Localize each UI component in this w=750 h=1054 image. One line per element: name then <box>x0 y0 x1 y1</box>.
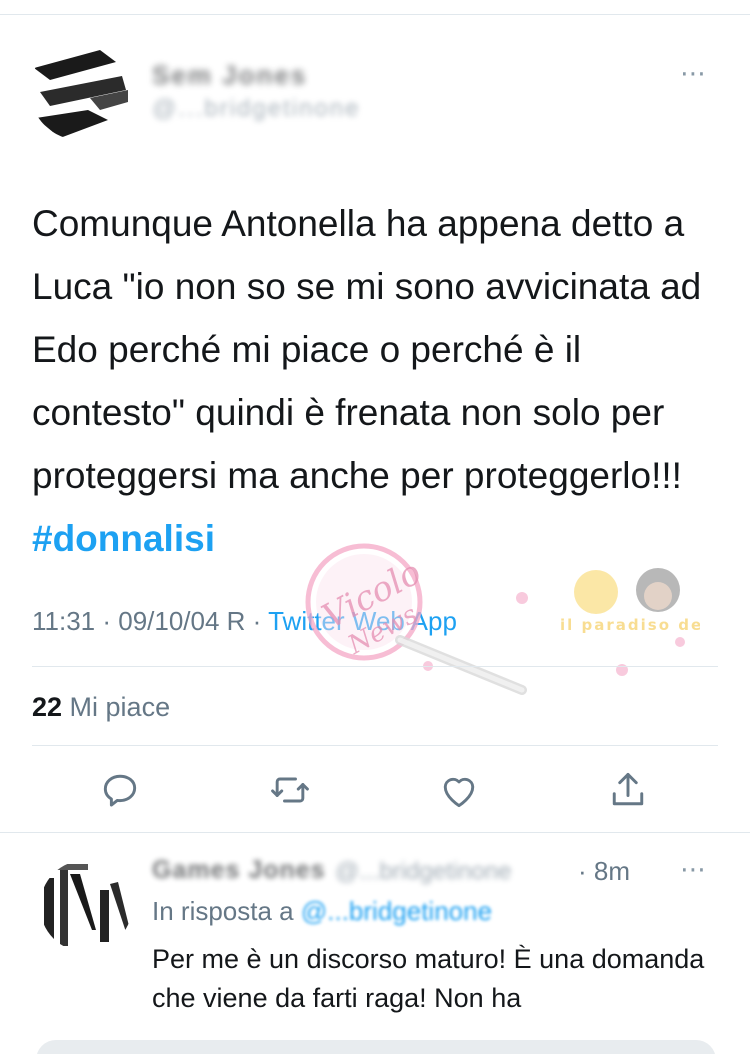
avatar-image <box>40 860 132 952</box>
like-icon <box>443 777 475 808</box>
avatar-image <box>30 40 130 140</box>
retweet-icon <box>271 777 309 803</box>
like-button[interactable] <box>437 768 481 812</box>
mention-link[interactable]: @...bridgetinone <box>301 896 492 926</box>
likes-count[interactable]: 22 Mi piace <box>32 692 170 723</box>
tweet-timestamp: 11:31 · 09/10/04 R · <box>32 606 269 636</box>
in-reply-to: In risposta a @...bridgetinone <box>152 896 492 927</box>
more-options-icon[interactable]: ⋯ <box>680 58 707 89</box>
divider <box>0 832 750 833</box>
likes-number: 22 <box>32 692 63 722</box>
reply-text: Per me è un discorso maturo! È una doman… <box>152 944 705 1013</box>
tweet-text: Comunque Antonella ha appena detto a Luc… <box>32 192 722 570</box>
likes-label: Mi piace <box>62 692 171 722</box>
tweet-source-link[interactable]: Twitter Web App <box>268 606 457 636</box>
author-name[interactable]: Sem Jones <box>152 60 307 91</box>
divider <box>32 745 718 746</box>
reply-timestamp: · 8m <box>578 856 630 886</box>
reply-author-name[interactable]: Games Jones <box>152 856 326 885</box>
more-options-icon[interactable]: ⋯ <box>680 854 707 885</box>
top-divider <box>0 14 750 15</box>
share-icon <box>612 772 644 806</box>
author-handle[interactable]: @...bridgetinone <box>152 95 360 123</box>
share-button[interactable] <box>606 768 650 812</box>
in-reply-to-label: In risposta a <box>152 896 301 926</box>
author-avatar[interactable] <box>30 40 130 140</box>
tweet-body-text: Comunque Antonella ha appena detto a Luc… <box>32 203 702 496</box>
reply-author-avatar[interactable] <box>40 860 132 952</box>
svg-text:il paradiso dei web: il paradiso dei web <box>560 616 700 634</box>
divider <box>32 666 718 667</box>
retweet-button[interactable] <box>268 768 312 812</box>
reply-button[interactable] <box>98 768 142 812</box>
tweet-metadata: 11:31 · 09/10/04 R · Twitter Web App <box>32 606 457 637</box>
hashtag-link[interactable]: #donnalisi <box>32 518 215 559</box>
reply-icon <box>103 774 137 807</box>
reply-author-handle[interactable]: @...bridgetinone <box>335 858 511 886</box>
reply-compose-bar[interactable] <box>36 1040 716 1054</box>
